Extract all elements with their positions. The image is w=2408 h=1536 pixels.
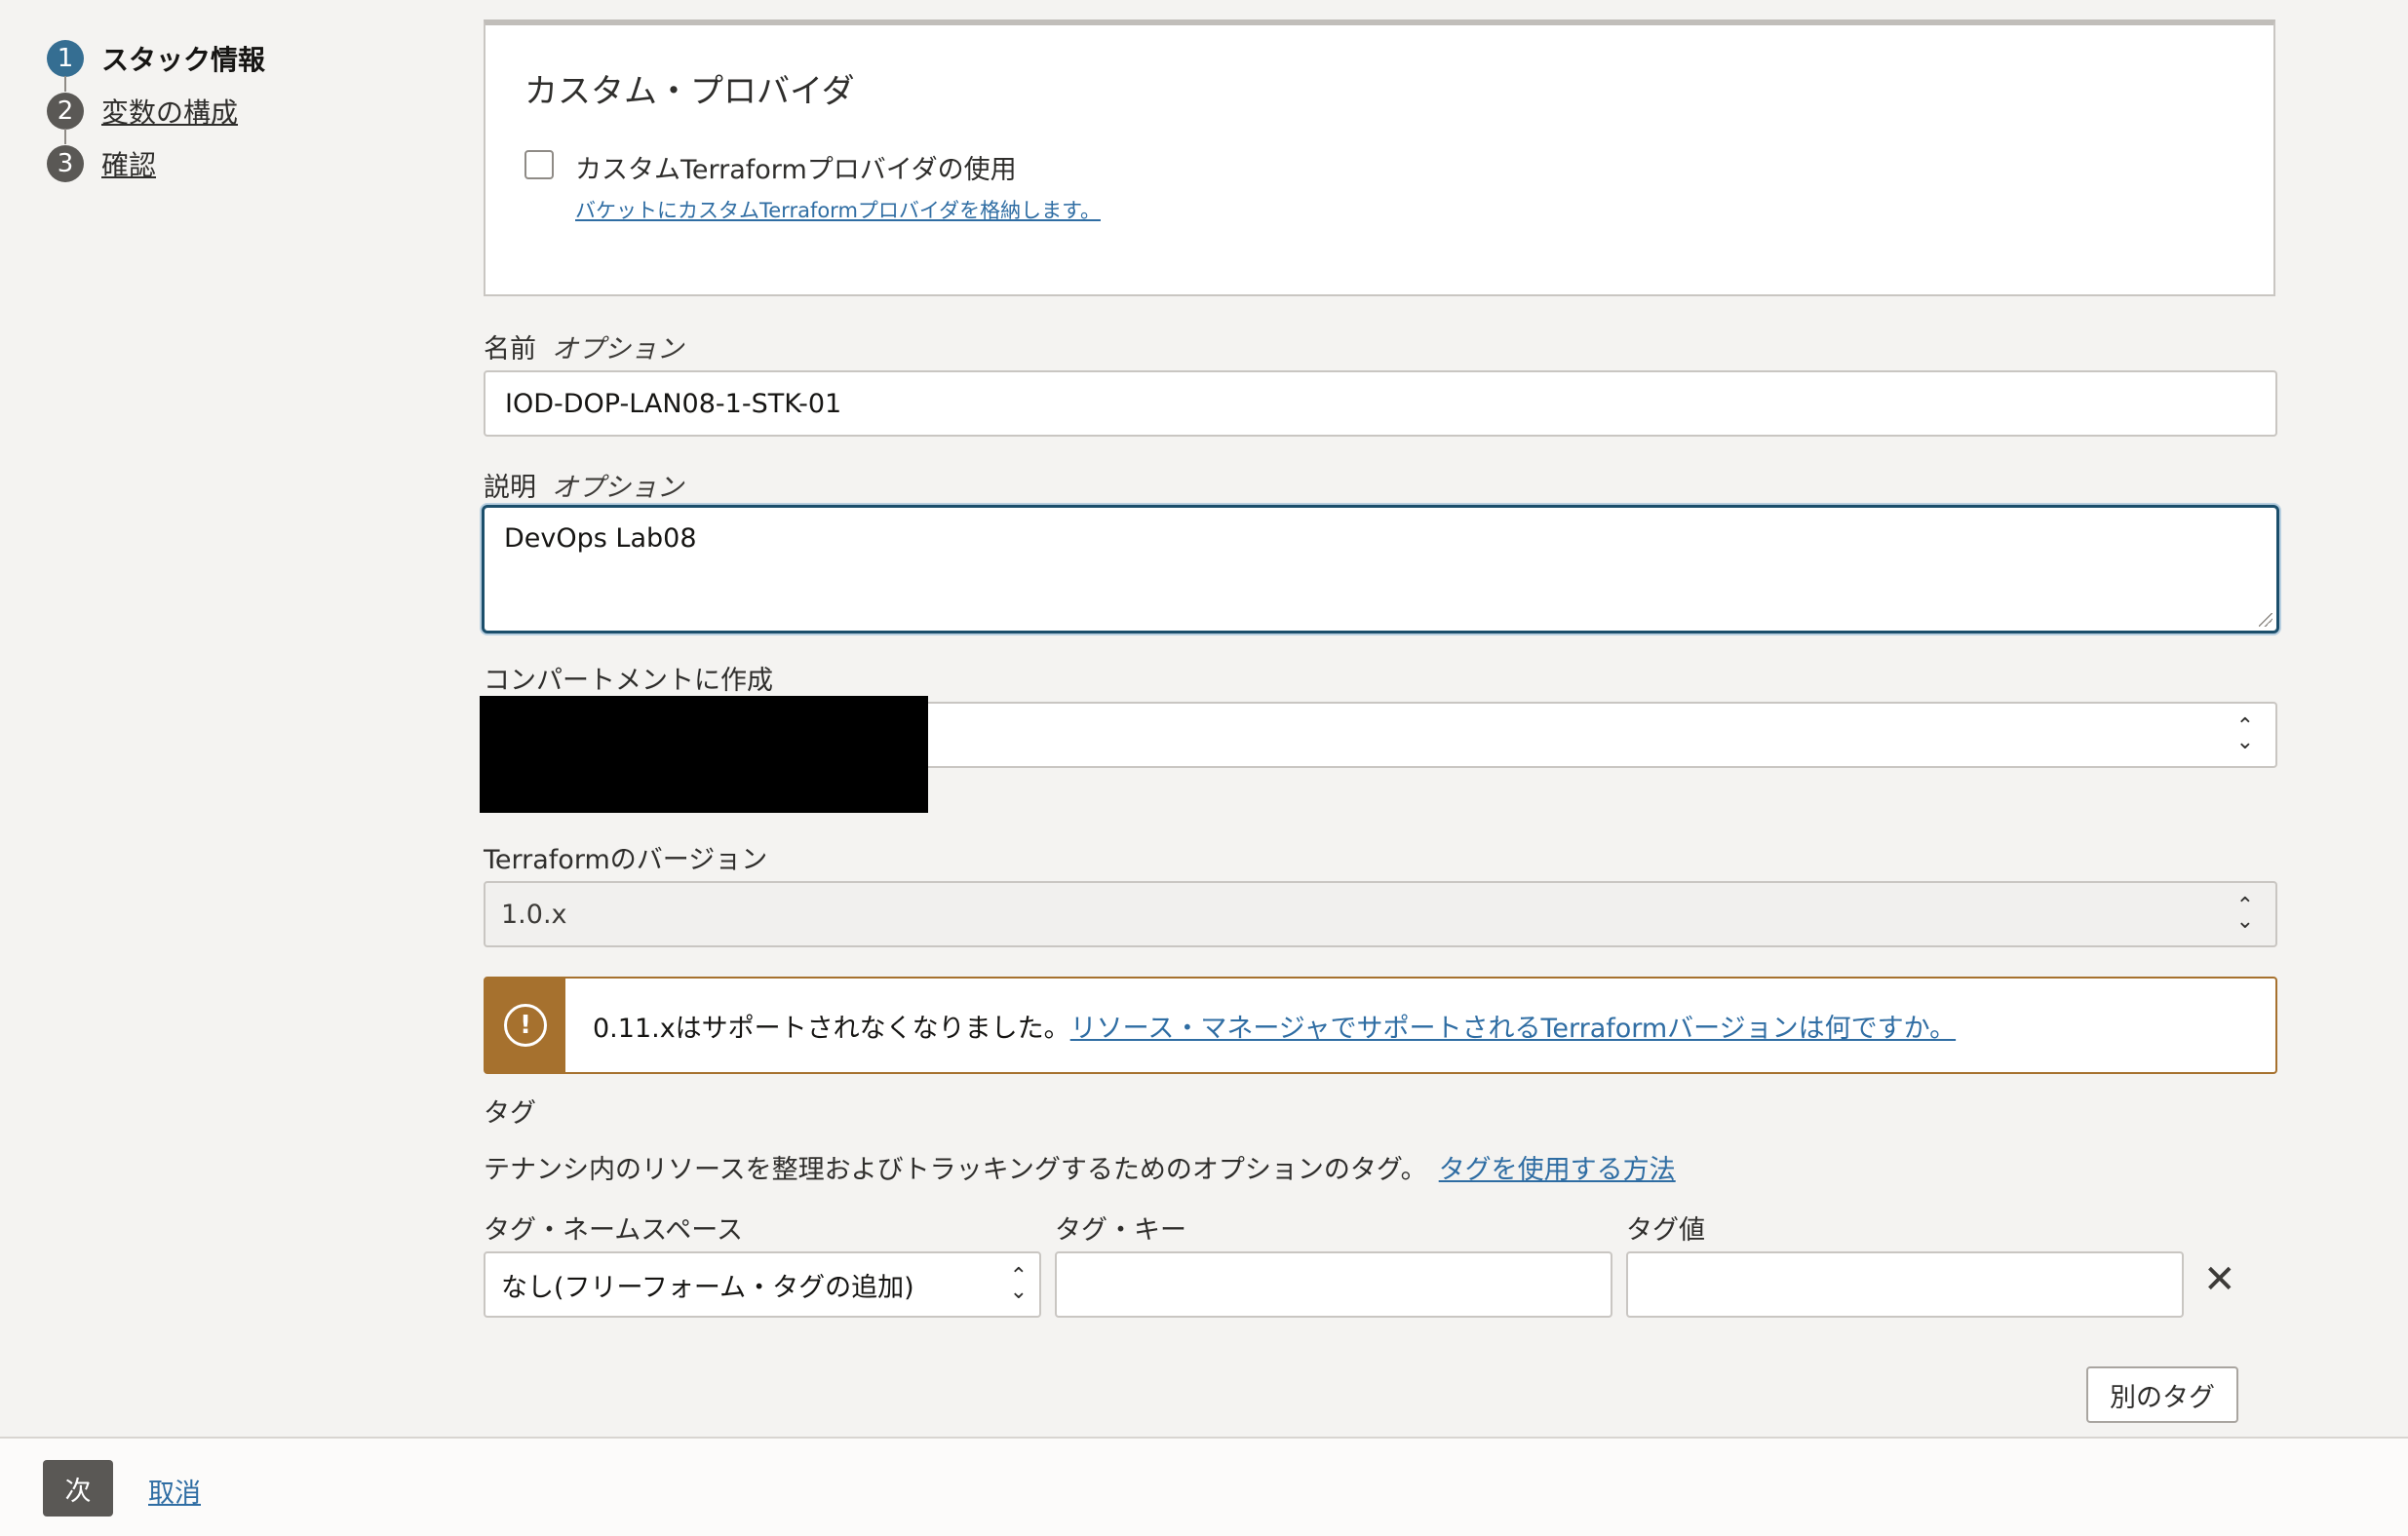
step-connector [64,76,66,92]
warning-icon-area: ! [485,979,565,1072]
wizard-footer: 次 取消 [0,1437,2408,1536]
tag-value-input[interactable] [1626,1251,2184,1318]
custom-provider-card: カスタム・プロバイダ カスタムTerraformプロバイダの使用 バケットにカス… [484,19,2275,296]
terraform-version-label: Terraformのバージョン [484,845,768,875]
resize-handle-icon[interactable] [2259,613,2272,627]
select-value: なし(フリーフォーム・タグの追加) [501,1272,914,1303]
step-link[interactable]: 変数の構成 [101,92,238,131]
supported-versions-link[interactable]: リソース・マネージャでサポートされるTerraformバージョンは何ですか。 [1070,1014,1956,1044]
step-stack-info: 1 スタック情報 [47,39,265,78]
select-value: 1.0.x [501,899,567,930]
tag-key-label: タグ・キー [1055,1215,1186,1246]
optional-hint: オプション [552,334,683,365]
label-text: 名前 [484,334,536,365]
tag-key-input[interactable] [1055,1251,1612,1318]
step-label: スタック情報 [101,44,266,76]
description-label: 説明 オプション [484,466,683,504]
label-text: 説明 [484,473,536,503]
step-number: 3 [47,145,84,182]
tags-description-text: テナンシ内のリソースを整理およびトラッキングするためのオプションのタグ。 [484,1155,1427,1185]
step-review[interactable]: 3 確認 [47,144,156,183]
input-value: IOD-DOP-LAN08-1-STK-01 [505,388,842,419]
exclamation-circle-icon: ! [504,1004,547,1047]
step-number: 2 [47,93,84,130]
step-number: 1 [47,40,84,77]
tag-value-label: タグ値 [1626,1215,1705,1246]
add-another-tag-button[interactable]: 別のタグ [2086,1366,2238,1423]
select-arrows-icon: ⌃ ⌄ [1009,1264,1028,1304]
description-textarea[interactable]: DevOps Lab08 [482,505,2279,634]
card-title: カスタム・プロバイダ [524,72,855,111]
custom-provider-help-link[interactable]: バケットにカスタムTerraformプロバイダを格納します。 [575,195,1101,224]
step-configure-variables[interactable]: 2 変数の構成 [47,92,238,131]
version-warning-banner: ! 0.11.xはサポートされなくなりました。リソース・マネージャでサポートされ… [484,977,2277,1074]
redacted-compartment-value [480,696,928,813]
tags-description: テナンシ内のリソースを整理およびトラッキングするためのオプションのタグ。 タグを使… [484,1148,1676,1186]
checkbox-label: カスタムTerraformプロバイダの使用 [575,155,1017,185]
next-button[interactable]: 次 [43,1460,113,1517]
warning-message: 0.11.xはサポートされなくなりました。リソース・マネージャでサポートされるT… [593,1007,1956,1045]
cancel-link[interactable]: 取消 [148,1472,201,1510]
name-input[interactable]: IOD-DOP-LAN08-1-STK-01 [484,370,2277,437]
custom-provider-checkbox[interactable] [524,150,554,179]
step-link[interactable]: 確認 [101,144,156,183]
select-arrows-icon: ⌃ ⌄ [2235,714,2254,754]
remove-tag-close-icon[interactable]: ✕ [2203,1257,2236,1302]
terraform-version-select[interactable]: 1.0.x ⌃ ⌄ [484,881,2277,947]
select-arrows-icon: ⌃ ⌄ [2235,894,2254,934]
compartment-label: コンパートメントに作成 [484,666,773,696]
textarea-value: DevOps Lab08 [504,523,697,554]
tags-help-link[interactable]: タグを使用する方法 [1439,1155,1676,1185]
optional-hint: オプション [552,473,683,503]
tags-heading: タグ [484,1098,536,1129]
name-label: 名前 オプション [484,327,683,365]
tag-namespace-select[interactable]: なし(フリーフォーム・タグの追加) ⌃ ⌄ [484,1251,1041,1318]
step-connector [64,129,66,144]
warning-text: 0.11.xはサポートされなくなりました。 [593,1013,1070,1044]
tag-namespace-label: タグ・ネームスペース [484,1215,743,1246]
